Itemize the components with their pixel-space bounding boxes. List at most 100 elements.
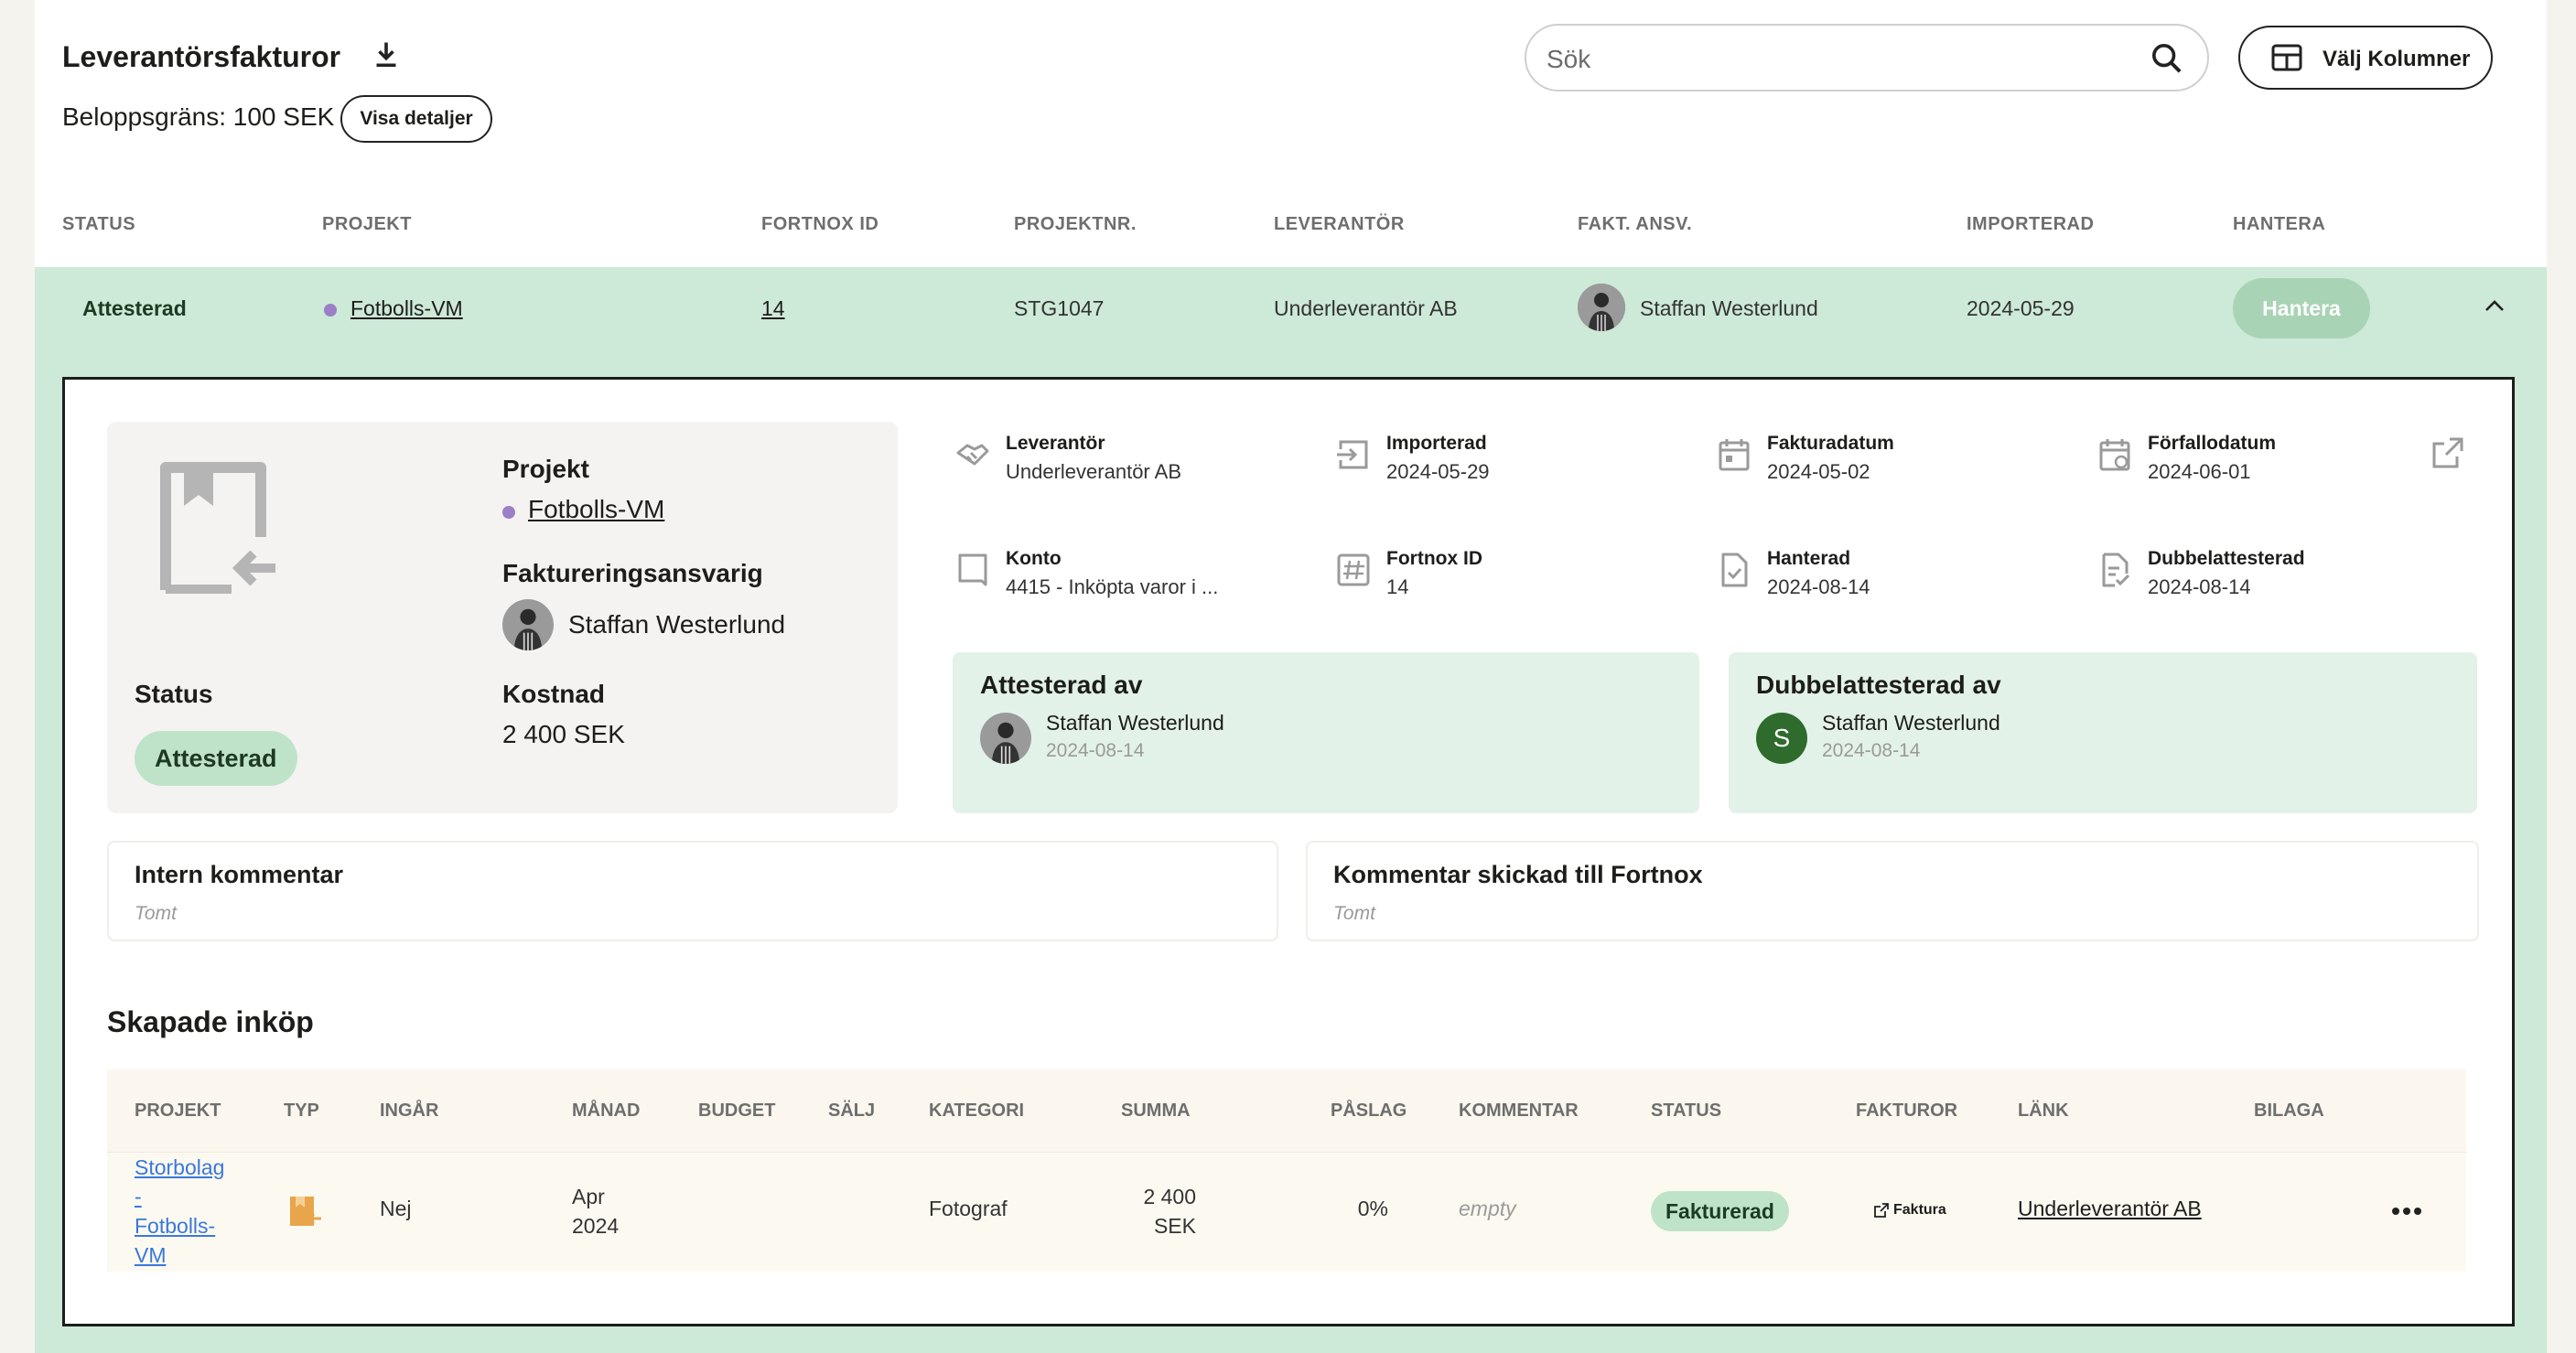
purchase-comment[interactable]: empty: [1459, 1197, 1516, 1221]
calendar-icon: [1719, 439, 1750, 471]
attested-by-card: Attesterad av Staffan Westerlund 2024-08…: [953, 652, 1699, 813]
info-imported-label: Importerad: [1386, 433, 1487, 454]
internal-comment-box[interactable]: Intern kommentar Tomt: [107, 841, 1278, 941]
info-supplier-label: Leverantör: [1006, 433, 1105, 454]
info-account-value: 4415 - Inköpta varor i ...: [1006, 575, 1219, 598]
col-supplier[interactable]: LEVERANTÖR: [1274, 214, 1405, 235]
row-imported: 2024-05-29: [1967, 296, 2075, 320]
chevron-up-icon[interactable]: [2484, 298, 2506, 313]
supplier-invoice-type-icon: [290, 1197, 321, 1226]
col-fortnox-id[interactable]: FORTNOX ID: [761, 214, 878, 235]
pcol-sell: SÄLJ: [828, 1101, 876, 1121]
row-project-link[interactable]: Fotbolls-VM: [350, 296, 463, 321]
info-due-date-label: Förfallodatum: [2148, 433, 2276, 454]
import-icon: [1337, 440, 1368, 469]
info-supplier: Leverantör Underleverantör AB: [954, 433, 1320, 497]
open-external-icon: [1874, 1203, 1889, 1218]
choose-columns-label: Välj Kolumner: [2323, 47, 2471, 71]
project-link[interactable]: Fotbolls-VM: [528, 495, 664, 524]
amount-limit-label: Beloppsgräns: 100 SEK: [62, 102, 335, 131]
avatar: [980, 713, 1031, 764]
pcol-invoices: FAKTUROR: [1856, 1101, 1958, 1121]
status-badge: Attesterad: [135, 731, 297, 786]
info-double-attested: Dubbelattesterad 2024-08-14: [2096, 548, 2463, 612]
pcol-status: STATUS: [1651, 1101, 1722, 1121]
pcol-link: LÄNK: [2018, 1101, 2069, 1121]
avatar: [502, 599, 554, 650]
invoice-summary: Projekt Fotbolls-VM Faktureringsansvarig…: [107, 422, 898, 813]
double-attested-by-date: 2024-08-14: [1822, 740, 1921, 761]
info-invoice-date-label: Fakturadatum: [1767, 433, 1894, 454]
file-check-icon: [1721, 553, 1748, 587]
choose-columns-button[interactable]: Välj Kolumner: [2238, 26, 2493, 90]
purchase-project-link[interactable]: Storbolag - Fotbolls- VM: [135, 1153, 224, 1270]
fortnox-comment-value: Tomt: [1333, 903, 1375, 924]
calendar-clock-icon: [2099, 439, 2130, 471]
col-responsible[interactable]: FAKT. ANSV.: [1578, 214, 1692, 235]
info-imported-value: 2024-05-29: [1386, 460, 1490, 483]
col-project-nr[interactable]: PROJEKTNR.: [1014, 214, 1137, 235]
purchase-markup: 0%: [1357, 1197, 1388, 1220]
purchase-category: Fotograf: [929, 1197, 1008, 1220]
table-row[interactable]: Attesterad Fotbolls-VM 14 STG1047 Underl…: [35, 267, 2547, 349]
info-fortnox-id: Fortnox ID 14: [1335, 548, 1701, 612]
project-color-dot: [324, 304, 337, 317]
row-responsible: Staffan Westerlund: [1640, 296, 1818, 320]
show-details-button[interactable]: Visa detaljer: [340, 95, 492, 143]
info-imported: Importerad 2024-05-29: [1335, 433, 1701, 497]
search-input[interactable]: [1545, 40, 2116, 79]
purchase-sum: 2 400 SEK: [1143, 1185, 1196, 1238]
info-fortnox-id-label: Fortnox ID: [1386, 548, 1482, 569]
handshake-icon: [956, 444, 989, 466]
internal-comment-value: Tomt: [135, 903, 177, 924]
row-fortnox-link[interactable]: 14: [761, 296, 785, 321]
invoice-detail-card: Projekt Fotbolls-VM Faktureringsansvarig…: [62, 377, 2515, 1326]
invoice-link-label: Faktura: [1893, 1202, 1946, 1218]
double-attested-by-name: Staffan Westerlund: [1822, 711, 2000, 735]
avatar: S: [1756, 713, 1807, 764]
info-invoice-date-value: 2024-05-02: [1767, 460, 1870, 483]
info-double-attested-value: 2024-08-14: [2148, 575, 2251, 598]
pcol-attachment: BILAGA: [2254, 1101, 2324, 1121]
attested-by-name: Staffan Westerlund: [1046, 711, 1224, 735]
handle-button[interactable]: Hantera: [2233, 278, 2370, 338]
avatar: [1578, 284, 1625, 331]
info-account-label: Konto: [1006, 548, 1062, 569]
cost-label: Kostnad: [502, 680, 605, 708]
page-title: Leverantörsfakturor: [62, 40, 341, 73]
project-color-dot: [502, 506, 515, 519]
attested-by-date: 2024-08-14: [1046, 740, 1145, 761]
info-handled: Hanterad 2024-08-14: [1716, 548, 2082, 612]
info-supplier-value: Underleverantör AB: [1006, 460, 1181, 483]
fortnox-comment-box[interactable]: Kommentar skickad till Fortnox Tomt: [1306, 841, 2479, 941]
purchase-included: Nej: [380, 1197, 412, 1220]
open-external-icon[interactable]: [2430, 435, 2466, 471]
invoice-panel: Leverantörsfakturor Beloppsgräns: 100 SE…: [35, 0, 2547, 1353]
purchase-month: Apr 2024: [572, 1185, 620, 1238]
cost-value: 2 400 SEK: [502, 720, 625, 748]
download-icon[interactable]: [370, 38, 403, 71]
expanded-area: Projekt Fotbolls-VM Faktureringsansvarig…: [35, 349, 2547, 1353]
col-status[interactable]: STATUS: [62, 214, 135, 235]
row-project-nr: STG1047: [1014, 296, 1105, 320]
pcol-type: TYP: [284, 1101, 319, 1121]
col-project[interactable]: PROJEKT: [322, 214, 412, 235]
pcol-project: PROJEKT: [135, 1101, 221, 1121]
row-status: Attesterad: [82, 296, 187, 320]
status-badge: Fakturerad: [1651, 1191, 1789, 1231]
more-options-icon[interactable]: [2391, 1206, 2422, 1217]
purchase-supplier-link[interactable]: Underleverantör AB: [2018, 1197, 2202, 1221]
info-fortnox-id-value: 14: [1386, 575, 1409, 598]
search-box[interactable]: [1525, 24, 2209, 91]
col-imported[interactable]: IMPORTERAD: [1967, 214, 2094, 235]
double-attested-by-card: Dubbelattesterad av S Staffan Westerlund…: [1729, 652, 2477, 813]
hash-icon: [1337, 553, 1370, 586]
info-double-attested-label: Dubbelattesterad: [2148, 548, 2305, 569]
table-columns-icon: [2271, 44, 2302, 71]
info-handled-value: 2024-08-14: [1767, 575, 1870, 598]
status-label: Status: [135, 680, 213, 708]
search-icon[interactable]: [2149, 40, 2185, 77]
table-row[interactable]: Storbolag - Fotbolls- VM Nej Apr 2024 Fo…: [107, 1152, 2466, 1272]
col-handle: HANTERA: [2233, 214, 2326, 234]
purchases-table: PROJEKT TYP INGÅR MÅNAD BUDGET SÄLJ KATE…: [107, 1069, 2466, 1272]
